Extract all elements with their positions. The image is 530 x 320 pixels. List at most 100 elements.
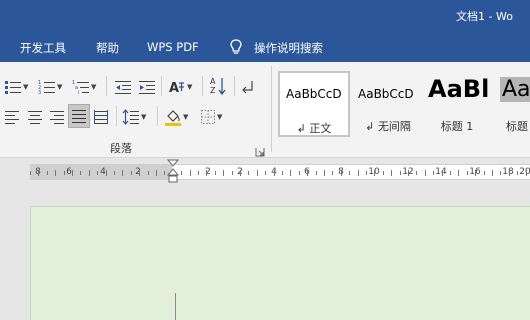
borders-button[interactable]: ▼ — [200, 106, 222, 128]
ruler-tick — [399, 171, 401, 175]
svg-text:3: 3 — [38, 90, 41, 95]
ruler-tick — [433, 171, 435, 175]
align-center-icon — [27, 110, 43, 124]
style-tile-normal[interactable]: AaBbCcD ↲ 正文 — [278, 71, 350, 137]
separator — [161, 76, 162, 96]
menu-wps-pdf[interactable]: WPS PDF — [147, 40, 199, 54]
separator — [234, 76, 235, 96]
chevron-down-icon: ▼ — [183, 113, 189, 121]
align-center-button[interactable] — [27, 106, 43, 128]
svg-text:A: A — [169, 81, 179, 95]
ruler-tick — [483, 171, 485, 175]
ruler-tick — [147, 171, 149, 175]
ruler-tick-label: 6 — [66, 167, 72, 177]
bullets-button[interactable]: ▼ — [4, 76, 28, 98]
ruler-tick — [156, 170, 157, 176]
ruler-tick — [97, 171, 99, 175]
sort-icon: A Z — [209, 76, 227, 96]
ruler-tick — [466, 171, 468, 175]
menu-help[interactable]: 帮助 — [96, 40, 119, 56]
style-sample: AaBbCcD — [358, 87, 414, 101]
ruler-tick — [340, 170, 342, 176]
svg-text:A: A — [210, 77, 216, 86]
ruler-tick — [114, 171, 115, 175]
distributed-icon — [93, 110, 109, 124]
show-marks-button[interactable] — [241, 76, 255, 98]
document-page[interactable] — [30, 206, 530, 320]
shading-button[interactable]: ▼ — [164, 106, 188, 128]
align-right-icon — [49, 110, 65, 124]
ruler-tick — [374, 170, 376, 176]
title-bar: 文档1 - Wo — [0, 0, 530, 32]
dialog-launcher-icon[interactable] — [255, 142, 265, 157]
ruler-tick — [391, 170, 393, 176]
numbering-button[interactable]: 1 2 3 ▼ — [38, 76, 62, 98]
ruler-tick — [273, 170, 275, 176]
ruler-tick — [198, 171, 199, 175]
ruler-tick — [416, 171, 418, 175]
group-divider — [271, 66, 272, 152]
chevron-down-icon: ▼ — [23, 83, 29, 91]
decrease-indent-button[interactable] — [114, 76, 132, 98]
sort-button[interactable]: A Z — [209, 75, 227, 97]
horizontal-ruler[interactable]: 864222468101214161820 — [30, 164, 530, 180]
justify-button[interactable] — [68, 104, 90, 128]
ruler-tick — [290, 170, 292, 176]
line-spacing-button[interactable]: ▼ — [122, 106, 146, 128]
ruler-tick — [500, 171, 502, 175]
ruler-tick — [72, 170, 73, 176]
indent-marker-icon[interactable] — [166, 158, 180, 188]
style-sample: AaB — [500, 77, 530, 102]
chevron-down-icon: ▼ — [217, 113, 223, 121]
ruler-tick — [105, 170, 107, 176]
separator — [106, 76, 107, 96]
ruler-tick — [130, 171, 132, 175]
ruler-tick — [55, 170, 57, 176]
ruler-tick — [458, 170, 460, 176]
style-tile-no-spacing[interactable]: AaBbCcD ↲ 无间隔 — [352, 71, 424, 137]
ruler-tick — [189, 170, 191, 176]
ruler-tick — [223, 170, 225, 176]
chinese-layout-button[interactable]: A ▼ — [168, 76, 192, 98]
chinese-layout-icon: A — [168, 79, 186, 95]
tell-me-search[interactable]: 操作说明搜索 — [254, 40, 323, 56]
align-right-button[interactable] — [49, 106, 65, 128]
justify-icon — [71, 109, 87, 123]
ruler-tick — [231, 171, 233, 175]
ruler-tick — [450, 171, 451, 175]
ruler-tick — [441, 170, 443, 176]
line-spacing-icon — [122, 109, 140, 125]
increase-indent-button[interactable] — [138, 76, 156, 98]
ruler-tick — [214, 171, 216, 175]
ruler-tick — [206, 170, 208, 176]
increase-indent-icon — [138, 79, 156, 95]
shading-icon — [164, 108, 182, 126]
chevron-down-icon: ▼ — [57, 83, 63, 91]
align-left-icon — [4, 110, 20, 124]
ruler-tick — [525, 170, 527, 176]
multilevel-list-button[interactable]: 1 a i ▼ — [72, 76, 96, 98]
style-name: ↲ 无间隔 — [365, 120, 411, 133]
ruler-tick — [46, 171, 48, 175]
separator — [157, 106, 158, 126]
style-name: 标题 — [506, 120, 528, 133]
ruler-tick — [298, 171, 300, 175]
align-left-button[interactable] — [4, 106, 20, 128]
style-tile-heading[interactable]: AaB 标题 — [500, 71, 530, 137]
ruler-tick — [139, 170, 141, 176]
svg-text:Z: Z — [210, 86, 216, 95]
lightbulb-icon[interactable] — [228, 38, 244, 56]
ruler-tick — [38, 170, 40, 176]
style-name: ↲ 正文 — [296, 122, 332, 135]
ruler-tick — [382, 171, 384, 175]
style-tile-heading-1[interactable]: AaBl 标题 1 — [426, 71, 488, 137]
ruler-tick — [324, 170, 325, 176]
ruler-tick — [265, 171, 267, 175]
paragraph-group-label: 段落 — [110, 142, 132, 155]
ruler-tick — [475, 170, 477, 176]
styles-gallery: AaBbCcD ↲ 正文 AaBbCcD ↲ 无间隔 AaBl 标题 1 AaB… — [278, 71, 530, 143]
ruler-tick — [240, 170, 241, 176]
distributed-button[interactable] — [93, 106, 109, 128]
menu-developer-tools[interactable]: 开发工具 — [20, 40, 66, 56]
style-sample: AaBbCcD — [286, 87, 342, 101]
